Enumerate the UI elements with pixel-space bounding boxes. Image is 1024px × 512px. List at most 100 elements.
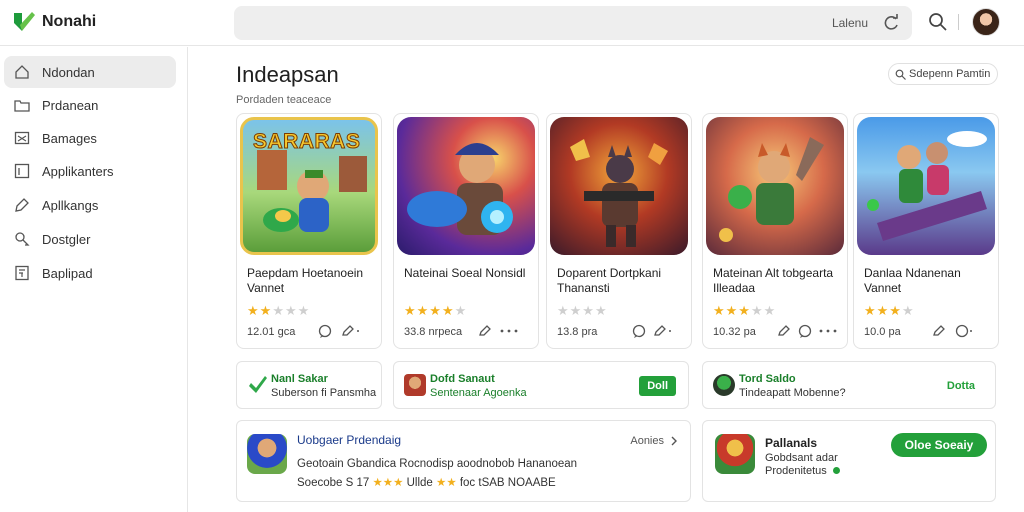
featured-stat-a: Soecobe S 17 (297, 477, 370, 489)
app-name: Paepdam Hoetanoein Vannet (247, 266, 364, 295)
app-artwork (706, 117, 844, 255)
sidebar-item-baplipad[interactable]: Baplipad (4, 257, 176, 289)
app-card[interactable]: Doparent Dortpkani Thanansti ★★★★ 13.8 p… (546, 113, 692, 349)
publisher-line-2: Prodenitetus (765, 465, 840, 477)
search-small-icon (895, 69, 906, 80)
app-name: Nateinai Soeal Nonsidl (404, 266, 526, 280)
featured-link-label: Aonies (630, 435, 664, 447)
page-title: Indeapsan (236, 62, 339, 87)
featured-stars: ★★★ (372, 477, 407, 489)
search-icon[interactable] (928, 12, 948, 32)
more-icon[interactable] (817, 323, 839, 339)
sort-dropdown[interactable]: Sdepenn Pamtin (888, 63, 998, 85)
rating-stars: ★★★★★ (247, 303, 311, 318)
comment-icon[interactable] (797, 323, 813, 339)
app-card[interactable]: Danlaa Ndanenan Vannet ★★★★ 10.0 pa (853, 113, 999, 349)
featured-stars-secondary: ★★ (436, 477, 460, 489)
share-icon[interactable] (341, 323, 361, 339)
app-card[interactable]: Nateinai Soeal Nonsidl ★★★★★ 33.8 nrpeca (393, 113, 539, 349)
app-size: 33.8 nrpeca (404, 326, 463, 338)
pad-icon (15, 265, 29, 281)
share-icon[interactable] (478, 323, 496, 339)
sidebar-item-label: Bamages (42, 130, 97, 146)
sort-label: Sdepenn Pamtin (909, 68, 991, 80)
promo-title: Dofd Sanaut (430, 373, 495, 385)
app-size: 13.8 pra (557, 326, 598, 338)
app-artwork: SARARAS (240, 117, 378, 255)
app-art-title: SARARAS (252, 130, 361, 154)
app-card[interactable]: Mateinan Alt tobgearta Illeadaa ★★★★★ 10… (702, 113, 848, 349)
share-icon[interactable] (777, 323, 793, 339)
sidebar-item-apllkangs[interactable]: Apllkangs (4, 189, 176, 221)
search-doc-icon (15, 232, 30, 246)
promo-card[interactable]: Nanl Sakar Suberson fi Pansmha (236, 361, 382, 409)
featured-stat-c: foc tSAB NOAABE (459, 477, 556, 489)
comment-icon[interactable] (631, 323, 647, 339)
promo-button[interactable]: Doll (639, 376, 676, 396)
sidebar-item-bamages[interactable]: Bamages (4, 122, 176, 154)
featured-thumbnail (247, 434, 287, 474)
comment-icon[interactable] (954, 323, 974, 339)
promo-card[interactable]: Dofd Sanaut Sentenaar Agoenka Doll (393, 361, 689, 409)
share-icon[interactable] (932, 323, 948, 339)
app-card[interactable]: SARARAS Paepdam Hoetanoein Vannet ★★★★★ … (236, 113, 382, 349)
sidebar-item-prdanean[interactable]: Prdanean (4, 89, 176, 121)
comment-icon[interactable] (317, 323, 333, 339)
search-label: Lalenu (831, 16, 868, 30)
sidebar-item-ndondan[interactable]: Ndondan (4, 56, 176, 88)
share-icon[interactable] (653, 323, 673, 339)
app-artwork (550, 117, 688, 255)
app-artwork (397, 117, 535, 255)
top-bar: Nonahi Lalenu (0, 0, 1024, 46)
folder-icon (14, 100, 30, 112)
page-subtitle: Pordaden teaceace (236, 94, 332, 106)
primary-cta-button[interactable]: Oloe Soeaiy (891, 433, 987, 457)
app-size: 10.32 pa (713, 326, 756, 338)
publisher-line-1: Gobdsant adar (765, 452, 838, 464)
publisher-thumbnail (715, 434, 755, 474)
rating-stars: ★★★★ (557, 303, 608, 318)
chevron-right-icon (671, 436, 677, 446)
promo-title: Nanl Sakar (271, 373, 328, 385)
promo-card[interactable]: Tord Saldo Tindeapatt Mobenne? Dotta (702, 361, 996, 409)
promo-subtitle: Sentenaar Agoenka (430, 387, 527, 399)
sidebar-item-dostgler[interactable]: Dostgler (4, 223, 176, 255)
sidebar-item-label: Dostgler (42, 231, 91, 247)
home-icon (15, 65, 29, 79)
sidebar-item-label: Apllkangs (42, 197, 99, 213)
more-icon[interactable] (498, 323, 520, 339)
tag-icon (15, 198, 29, 212)
featured-link[interactable]: Aonies (630, 435, 678, 447)
rating-stars: ★★★★★ (404, 303, 468, 318)
apps-icon (14, 163, 30, 179)
sidebar-item-label: Prdanean (42, 97, 99, 113)
promo-button[interactable]: Dotta (939, 376, 983, 396)
featured-title: Uobgaer Prdendaig (297, 433, 402, 447)
header-divider (958, 14, 959, 30)
sidebar-item-applikanters[interactable]: Applikanters (4, 155, 176, 187)
sidebar: Ndondan Prdanean Bamages Applikanters Ap… (0, 47, 188, 512)
app-size: 10.0 pa (864, 326, 901, 338)
brand-name[interactable]: Nonahi (42, 13, 96, 31)
promo-avatar-icon (404, 374, 426, 396)
check-logo-icon[interactable] (12, 10, 36, 34)
refresh-icon[interactable] (880, 12, 902, 34)
rating-stars: ★★★★ (864, 303, 915, 318)
search-bar[interactable]: Lalenu (234, 6, 912, 40)
app-name: Danlaa Ndanenan Vannet (864, 266, 961, 295)
promo-title: Tord Saldo (739, 373, 796, 385)
rating-stars: ★★★★★ (713, 303, 777, 318)
sidebar-item-label: Ndondan (42, 64, 95, 80)
sidebar-item-label: Applikanters (42, 163, 114, 179)
promo-avatar-icon (713, 374, 735, 396)
online-dot-icon (832, 467, 840, 474)
promo-subtitle: Suberson fi Pansmha (271, 387, 377, 399)
app-size: 12.01 gca (247, 326, 296, 338)
app-name: Mateinan Alt tobgearta Illeadaa (713, 266, 834, 295)
promo-subtitle: Tindeapatt Mobenne? (739, 387, 846, 399)
avatar[interactable] (972, 8, 1000, 36)
promo-leaf-icon (249, 376, 267, 393)
app-artwork (857, 117, 995, 255)
featured-card[interactable]: Uobgaer Prdendaig Aonies Geotoain Gbandi… (236, 420, 691, 502)
publisher-card[interactable]: Pallanals Gobdsant adar Prodenitetus Olo… (702, 420, 996, 502)
